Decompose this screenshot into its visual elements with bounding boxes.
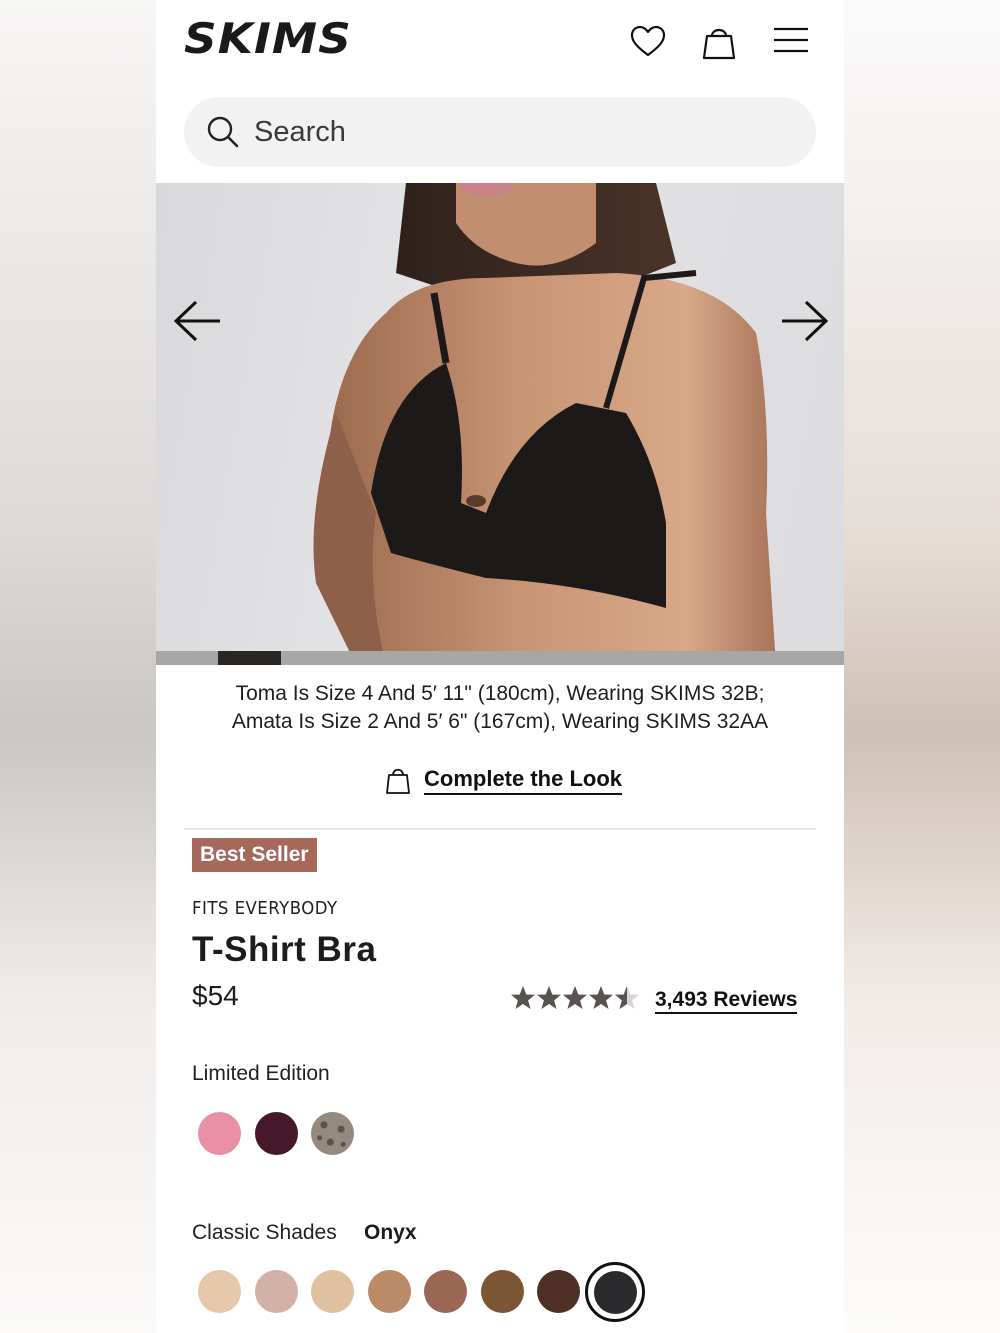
shopping-bag-icon[interactable] bbox=[699, 22, 739, 62]
color-swatch-onyx-selected[interactable] bbox=[585, 1262, 645, 1322]
star-icon bbox=[537, 986, 561, 1009]
menu-icon[interactable] bbox=[771, 22, 811, 62]
color-swatch-leopard[interactable] bbox=[311, 1112, 354, 1155]
best-seller-badge: Best Seller bbox=[192, 838, 317, 872]
model-size-caption: Toma Is Size 4 And 5′ 11" (180cm), Weari… bbox=[156, 680, 844, 736]
star-rating[interactable] bbox=[510, 984, 640, 1012]
color-swatch-clay[interactable] bbox=[311, 1270, 354, 1313]
color-swatch-umber[interactable] bbox=[424, 1270, 467, 1313]
color-swatch-sand[interactable] bbox=[198, 1270, 241, 1313]
complete-the-look-link[interactable]: Complete the Look bbox=[384, 764, 623, 796]
carousel-progress-indicator bbox=[218, 651, 281, 665]
complete-the-look-label: Complete the Look bbox=[424, 766, 623, 795]
background-right bbox=[844, 0, 1000, 1333]
shopping-bag-icon bbox=[386, 768, 410, 794]
product-price: $54 bbox=[192, 980, 239, 1011]
search-icon bbox=[207, 116, 239, 148]
section-divider bbox=[184, 828, 816, 830]
next-image-arrow-icon[interactable] bbox=[776, 298, 830, 344]
color-swatch-rose-clay[interactable] bbox=[255, 1270, 298, 1313]
product-collection-label: FITS EVERYBODY bbox=[192, 898, 338, 919]
classic-shades-label: Classic Shades bbox=[192, 1221, 337, 1244]
product-title: T-Shirt Bra bbox=[192, 930, 377, 969]
heart-icon[interactable] bbox=[628, 22, 668, 62]
half-star-icon bbox=[615, 986, 639, 1009]
reviews-link[interactable]: 3,493 Reviews bbox=[655, 988, 798, 1014]
background-left bbox=[0, 0, 156, 1333]
limited-edition-label: Limited Edition bbox=[192, 1062, 330, 1085]
color-swatch-sienna[interactable] bbox=[368, 1270, 411, 1313]
brand-logo[interactable]: SKIMS bbox=[184, 14, 352, 63]
previous-image-arrow-icon[interactable] bbox=[172, 298, 226, 344]
color-swatch-pink[interactable] bbox=[198, 1112, 241, 1155]
site-header: SKIMS bbox=[156, 0, 844, 84]
color-swatch-plum[interactable] bbox=[255, 1112, 298, 1155]
caption-line-1: Toma Is Size 4 And 5′ 11" (180cm), Weari… bbox=[235, 682, 765, 705]
star-icon bbox=[563, 986, 587, 1009]
product-image-carousel[interactable] bbox=[156, 183, 844, 665]
color-swatch-cocoa[interactable] bbox=[537, 1270, 580, 1313]
selected-color-name: Onyx bbox=[364, 1221, 417, 1244]
star-icon bbox=[511, 986, 535, 1009]
caption-line-2: Amata Is Size 2 And 5′ 6" (167cm), Weari… bbox=[231, 710, 769, 733]
search-bar[interactable] bbox=[184, 97, 816, 167]
search-input[interactable] bbox=[254, 115, 774, 149]
color-swatch-bronze[interactable] bbox=[481, 1270, 524, 1313]
color-swatch-onyx bbox=[593, 1270, 637, 1314]
product-photo bbox=[313, 183, 776, 665]
star-icon bbox=[589, 986, 613, 1009]
product-page: SKIMS Search Toma Is Size 4 And 5′ 11" (… bbox=[156, 0, 844, 1333]
